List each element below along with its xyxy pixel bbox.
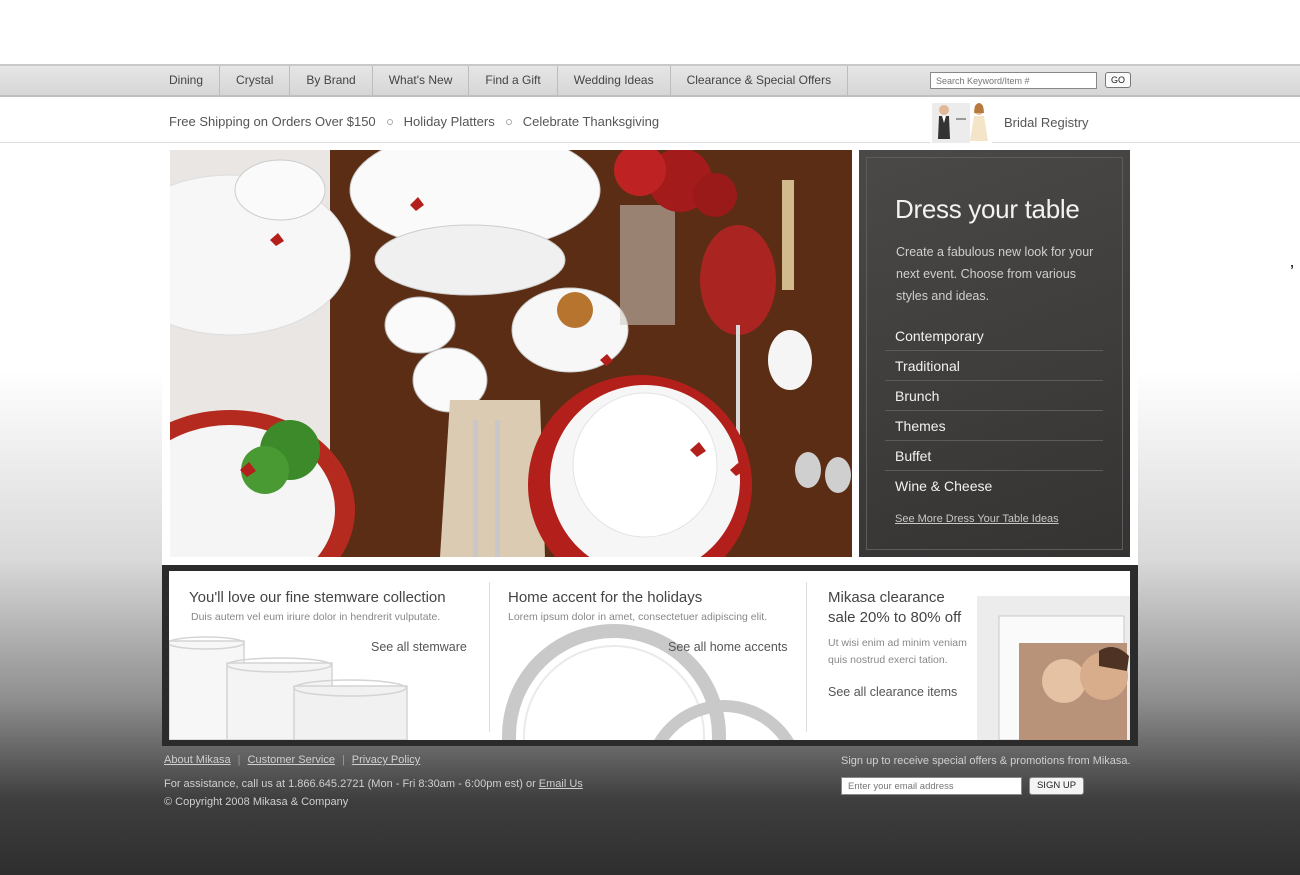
signup-text: Sign up to receive special offers & prom…	[841, 755, 1131, 767]
promo-separator	[505, 119, 512, 125]
email-signup-input[interactable]	[841, 777, 1022, 795]
tableware-illustration	[170, 150, 852, 557]
dress-item-themes[interactable]: Themes	[885, 411, 1103, 441]
promo-links: Free Shipping on Orders Over $150 Holida…	[169, 97, 659, 147]
search-input[interactable]	[930, 72, 1097, 89]
dress-description: Create a fabulous new look for your next…	[896, 245, 1094, 303]
footer-about-link[interactable]: About Mikasa	[164, 754, 231, 766]
promo-separator	[386, 119, 393, 125]
footer-separator: |	[237, 754, 241, 766]
feature-stemware-title: You'll love our fine stemware collection	[189, 589, 446, 606]
feature-home-accent-subtitle: Lorem ipsum dolor in amet, consectetuer …	[508, 611, 768, 623]
edge-mark: ’	[1290, 262, 1294, 282]
hero-tableware-image[interactable]	[170, 150, 852, 557]
feature-divider	[489, 582, 490, 732]
main-nav: Dining Crystal By Brand What's New Find …	[0, 64, 1300, 97]
signup-button[interactable]: SIGN UP	[1029, 777, 1084, 795]
search-go-button[interactable]: GO	[1105, 72, 1131, 88]
see-all-clearance-link[interactable]: See all clearance items	[828, 685, 957, 699]
top-header	[0, 0, 1300, 64]
see-all-home-accents-link[interactable]: See all home accents	[668, 640, 788, 654]
dress-item-contemporary[interactable]: Contemporary	[885, 321, 1103, 351]
feature-home-accent-title: Home accent for the holidays	[508, 589, 703, 606]
assistance-text: For assistance, call us at 1.866.645.272…	[164, 778, 583, 790]
see-all-stemware-link[interactable]: See all stemware	[371, 640, 467, 654]
promo-free-shipping-link[interactable]: Free Shipping on Orders Over $150	[169, 97, 376, 147]
nav-item-clearance[interactable]: Clearance & Special Offers	[671, 66, 849, 95]
feature-clearance-title-line2: sale 20% to 80% off	[828, 609, 962, 626]
dress-item-brunch[interactable]: Brunch	[885, 381, 1103, 411]
feature-clearance-title-line1: Mikasa clearance	[828, 589, 945, 606]
feature-divider	[806, 582, 807, 732]
nav-item-whats-new[interactable]: What's New	[373, 66, 470, 95]
bridal-couple-icon[interactable]	[930, 101, 992, 143]
feature-stemware-subtitle: Duis autem vel eum iriure dolor in hendr…	[191, 611, 441, 623]
footer-links: About Mikasa | Customer Service | Privac…	[164, 754, 420, 766]
footer-privacy-link[interactable]: Privacy Policy	[352, 754, 420, 766]
copyright: © Copyright 2008 Mikasa & Company	[164, 796, 349, 808]
nav-items: Dining Crystal By Brand What's New Find …	[153, 66, 849, 95]
dress-style-list: Contemporary Traditional Brunch Themes B…	[885, 321, 1103, 501]
footer-customer-service-link[interactable]: Customer Service	[248, 754, 335, 766]
assistance-phone-text: For assistance, call us at 1.866.645.272…	[164, 778, 539, 790]
promo-bar: Free Shipping on Orders Over $150 Holida…	[0, 97, 1300, 143]
nav-item-find-a-gift[interactable]: Find a Gift	[469, 66, 558, 95]
feature-clearance-subtitle-line2: quis nostrud exerci tation.	[828, 654, 948, 666]
promo-holiday-platters-link[interactable]: Holiday Platters	[404, 97, 495, 147]
dress-title: Dress your table	[895, 194, 1080, 224]
promo-thanksgiving-link[interactable]: Celebrate Thanksgiving	[523, 97, 659, 147]
footer-separator: |	[341, 754, 345, 766]
nav-item-crystal[interactable]: Crystal	[220, 66, 291, 95]
nav-item-wedding-ideas[interactable]: Wedding Ideas	[558, 66, 671, 95]
dress-item-traditional[interactable]: Traditional	[885, 351, 1103, 381]
bridal-registry-link[interactable]: Bridal Registry	[1004, 115, 1089, 130]
feature-clearance-subtitle-line1: Ut wisi enim ad minim veniam	[828, 637, 967, 649]
see-more-dress-ideas-link[interactable]: See More Dress Your Table Ideas	[895, 513, 1059, 525]
email-us-link[interactable]: Email Us	[539, 778, 583, 790]
dress-item-buffet[interactable]: Buffet	[885, 441, 1103, 471]
dress-item-wine-cheese[interactable]: Wine & Cheese	[885, 471, 1103, 501]
frame-image	[977, 596, 1130, 740]
nav-item-dining[interactable]: Dining	[153, 66, 221, 95]
nav-item-by-brand[interactable]: By Brand	[290, 66, 373, 95]
